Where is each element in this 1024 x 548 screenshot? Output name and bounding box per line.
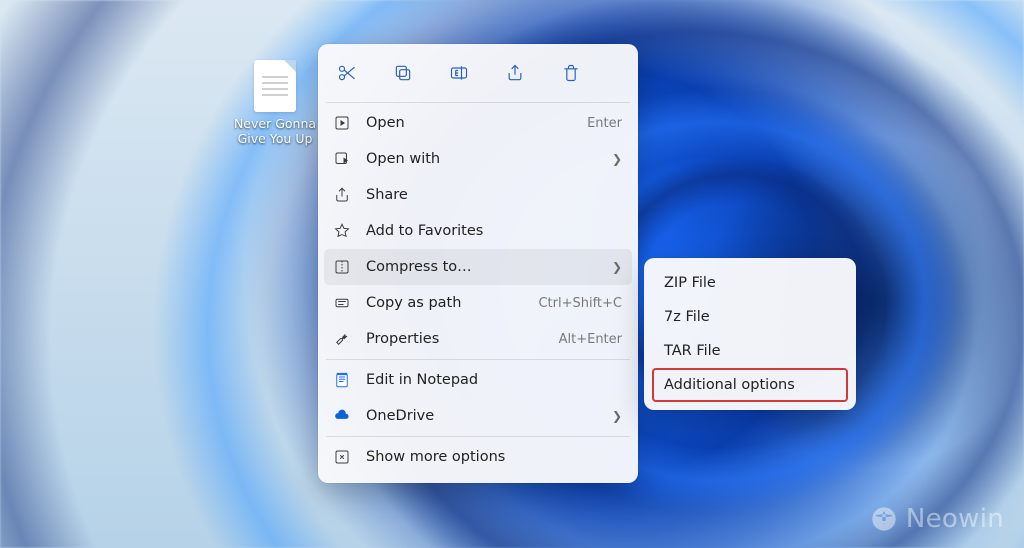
rename-icon: [449, 63, 469, 83]
menu-item-copy-path[interactable]: Copy as path Ctrl+Shift+C: [324, 285, 632, 321]
chevron-right-icon: ❯: [612, 409, 622, 423]
menu-item-accelerator: Ctrl+Shift+C: [538, 296, 622, 311]
share-icon: [332, 185, 352, 205]
open-icon: [332, 113, 352, 133]
menu-item-properties[interactable]: Properties Alt+Enter: [324, 321, 632, 357]
wrench-icon: [332, 329, 352, 349]
rename-button[interactable]: [442, 56, 476, 90]
menu-item-open[interactable]: Open Enter: [324, 105, 632, 141]
desktop-file-icon[interactable]: Never Gonna Give You Up: [232, 60, 318, 146]
menu-item-label: Properties: [366, 331, 545, 347]
submenu-item-label: TAR File: [664, 343, 721, 359]
compress-submenu: ZIP File 7z File TAR File Additional opt…: [644, 258, 856, 410]
quick-action-row: [324, 52, 632, 100]
notepad-icon: [332, 370, 352, 390]
menu-item-label: Open: [366, 115, 573, 131]
menu-separator: [326, 359, 630, 360]
menu-item-label: Edit in Notepad: [366, 372, 622, 388]
menu-item-label: Copy as path: [366, 295, 524, 311]
menu-item-show-more[interactable]: Show more options: [324, 439, 632, 475]
more-options-icon: [332, 447, 352, 467]
cut-button[interactable]: [330, 56, 364, 90]
desktop-file-label: Never Gonna Give You Up: [234, 116, 316, 146]
menu-item-compress[interactable]: Compress to… ❯: [324, 249, 632, 285]
star-icon: [332, 221, 352, 241]
copy-icon: [393, 63, 413, 83]
trash-icon: [561, 63, 581, 83]
menu-item-edit-notepad[interactable]: Edit in Notepad: [324, 362, 632, 398]
copy-path-icon: [332, 293, 352, 313]
copy-button[interactable]: [386, 56, 420, 90]
menu-item-open-with[interactable]: Open with ❯: [324, 141, 632, 177]
menu-item-label: Share: [366, 187, 622, 203]
submenu-item-additional-options[interactable]: Additional options: [652, 368, 848, 402]
submenu-item-tar[interactable]: TAR File: [652, 334, 848, 368]
submenu-item-7z[interactable]: 7z File: [652, 300, 848, 334]
share-icon: [505, 63, 525, 83]
menu-separator: [326, 102, 630, 103]
menu-item-add-favorites[interactable]: Add to Favorites: [324, 213, 632, 249]
onedrive-icon: [332, 406, 352, 426]
submenu-item-label: Additional options: [664, 377, 795, 393]
compress-icon: [332, 257, 352, 277]
menu-item-onedrive[interactable]: OneDrive ❯: [324, 398, 632, 434]
menu-item-accelerator: Enter: [587, 116, 622, 131]
watermark-text: Neowin: [906, 504, 1004, 534]
chevron-right-icon: ❯: [612, 260, 622, 274]
submenu-item-zip[interactable]: ZIP File: [652, 266, 848, 300]
context-menu: Open Enter Open with ❯ Share Add to Favo…: [318, 44, 638, 483]
menu-item-label: Compress to…: [366, 259, 598, 275]
menu-item-label: Add to Favorites: [366, 223, 622, 239]
submenu-item-label: ZIP File: [664, 275, 716, 291]
menu-separator: [326, 436, 630, 437]
menu-item-label: Show more options: [366, 449, 622, 465]
scissors-icon: [337, 63, 357, 83]
watermark: Neowin: [870, 504, 1004, 534]
share-button[interactable]: [498, 56, 532, 90]
open-with-icon: [332, 149, 352, 169]
menu-item-label: Open with: [366, 151, 598, 167]
text-file-icon: [254, 60, 296, 112]
neowin-logo-icon: [870, 505, 898, 533]
menu-item-label: OneDrive: [366, 408, 598, 424]
chevron-right-icon: ❯: [612, 152, 622, 166]
menu-item-accelerator: Alt+Enter: [559, 332, 622, 347]
menu-item-share[interactable]: Share: [324, 177, 632, 213]
submenu-item-label: 7z File: [664, 309, 710, 325]
delete-button[interactable]: [554, 56, 588, 90]
